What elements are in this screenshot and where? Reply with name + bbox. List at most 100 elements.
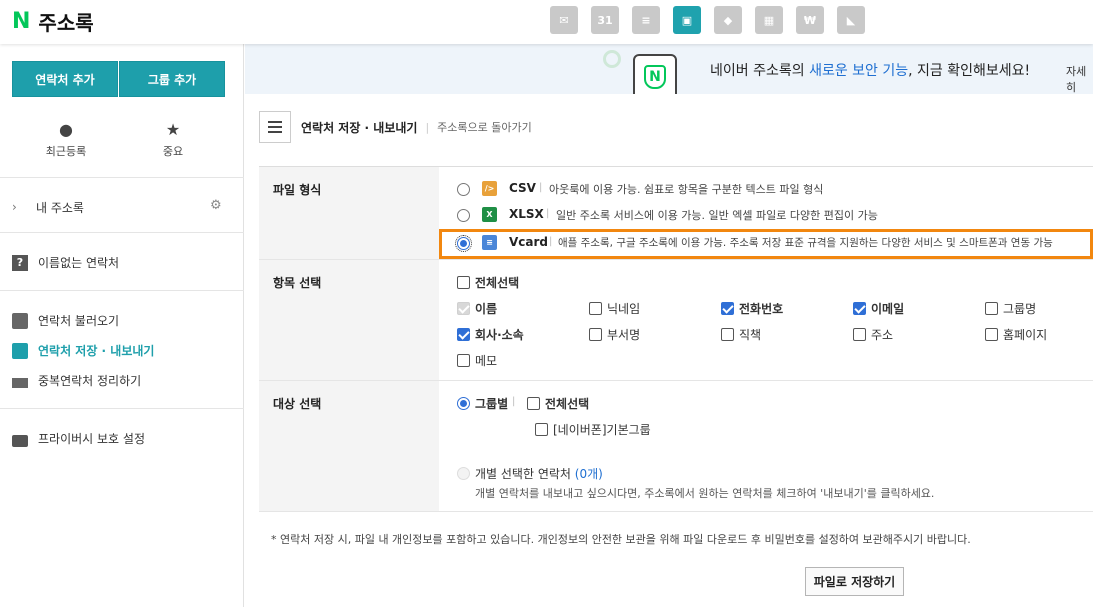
list-icon[interactable]: ≡ [632,6,660,34]
folder-import-icon [12,312,28,329]
divider [0,290,244,291]
important-link[interactable]: ★ 중요 [133,120,213,159]
main-content: N 네이버 주소록의 새로운 보안 기능, 지금 확인해보세요! 자세히 연락처… [245,44,1093,607]
field-homepage-label: 홈페이지 [1003,328,1048,342]
divider [0,408,244,409]
export-contacts[interactable]: 연락처 저장 · 내보내기 [12,342,154,359]
security-banner[interactable]: N 네이버 주소록의 새로운 보안 기능, 지금 확인해보세요! 자세히 [245,44,1093,94]
csv-radio[interactable] [457,183,470,196]
vcard-desc: 애플 주소록, 구글 주소록에 이용 가능. 주소록 저장 표준 규격을 지원하… [558,237,1053,249]
sidebar: 연락처 추가 그룹 추가 ● 최근등록 ★ 중요 › 내 주소록 ⚙ ? 이름없… [0,44,244,607]
xlsx-radio[interactable] [457,209,470,222]
field-address-checkbox[interactable] [853,328,866,341]
calendar-icon[interactable]: 31 [591,6,619,34]
add-contact-button[interactable]: 연락처 추가 [12,61,118,97]
field-email-checkbox[interactable] [853,302,866,315]
back-link[interactable]: 주소록으로 돌아가기 [437,119,532,135]
field-phone-checkbox[interactable] [721,302,734,315]
stamp-icon [12,377,28,388]
individual-radio[interactable] [457,467,470,480]
field-company-label: 회사·소속 [475,328,524,342]
privacy-settings[interactable]: 프라이버시 보호 설정 [12,430,145,447]
separator: | [546,208,550,219]
add-group-button[interactable]: 그룹 추가 [119,61,225,97]
question-icon: ? [12,254,28,271]
banner-suffix: , 지금 확인해보세요! [908,63,1031,79]
export-form: 파일 형식 /> CSV | 아웃룩에 이용 가능. 쉼표로 항목을 구분한 텍… [259,166,1093,512]
menu-toggle-button[interactable] [259,111,291,143]
individual-note: 개별 연락처를 내보내고 싶으시다면, 주소록에서 원하는 연락처를 체크하여 … [475,487,935,500]
field-position-checkbox[interactable] [721,328,734,341]
important-label: 중요 [162,145,184,158]
app-title[interactable]: 주소록 [38,7,93,36]
contacts-icon[interactable]: ▣ [673,6,701,34]
import-label: 연락처 불러오기 [38,314,120,328]
separator: | [425,120,430,134]
fields-row: 항목 선택 전체선택 이름 닉네임 전화번호 이메일 그룹명 회사·소속 부서명 [259,260,1093,381]
chevron-right-icon[interactable]: › [12,200,26,216]
service-icons: ✉ 31 ≡ ▣ ◆ ▦ ₩ ◣ [550,6,878,34]
field-position-label: 직책 [739,328,762,342]
recent-link[interactable]: ● 최근등록 [26,120,106,159]
field-nickname-checkbox[interactable] [589,302,602,315]
privacy-notice: * 연락처 저장 시, 파일 내 개인정보를 포함하고 있습니다. 개인정보의 … [271,533,971,546]
field-department-checkbox[interactable] [589,328,602,341]
app-logo[interactable]: N 주소록 [12,7,94,36]
field-name-checkbox[interactable] [457,302,470,315]
individual-count: (0개) [574,467,603,481]
import-contacts[interactable]: 연락처 불러오기 [12,312,119,329]
vcard-radio[interactable] [455,235,472,252]
fields-select-all-label: 전체선택 [475,276,520,290]
banner-more-link[interactable]: 자세히 [1066,63,1093,94]
field-department-label: 부서명 [607,328,641,342]
grid-icon[interactable]: ▦ [755,6,783,34]
field-email-label: 이메일 [871,302,905,316]
field-group-label: 그룹명 [1003,302,1037,316]
default-group-label: [네이버폰]기본그룹 [553,423,651,437]
csv-desc: 아웃룩에 이용 가능. 쉼표로 항목을 구분한 텍스트 파일 형식 [549,183,824,196]
unnamed-contacts[interactable]: ? 이름없는 연락처 [12,254,119,271]
field-homepage-checkbox[interactable] [985,328,998,341]
separator: | [549,236,553,247]
file-format-label: 파일 형식 [259,167,439,259]
dedupe-label: 중복연락처 정리하기 [38,374,142,388]
xlsx-desc: 일반 주소록 서비스에 이용 가능. 일반 엑셀 파일로 다양한 편집이 가능 [556,209,878,222]
xlsx-name: XLSX [509,207,544,221]
separator: | [512,396,516,407]
my-address-book[interactable]: › 내 주소록 [12,199,84,216]
star-icon: ★ [165,120,181,139]
gear-icon[interactable]: ⚙ [210,198,222,213]
vcard-name: Vcard [509,235,549,249]
my-address-book-label: 내 주소록 [36,201,84,215]
shield-icon: N [633,54,677,94]
dedupe-contacts[interactable]: 중복연락처 정리하기 [12,372,141,389]
page-title: 연락처 저장 · 내보내기 [301,120,418,135]
naver-logo-icon[interactable]: N [12,9,30,34]
bubble-decoration [603,50,621,68]
export-label: 연락처 저장 · 내보내기 [38,344,155,358]
default-group-checkbox[interactable] [535,423,548,436]
target-row: 대상 선택 그룹별 | 전체선택 [네이버폰]기본그룹 개별 선택한 연락처 (… [259,381,1093,512]
csv-name: CSV [509,181,536,195]
field-nickname-label: 닉네임 [607,302,641,316]
field-memo-checkbox[interactable] [457,354,470,367]
by-group-radio[interactable] [457,397,470,410]
vcard-file-icon: ≡ [482,235,497,250]
field-company-checkbox[interactable] [457,328,470,341]
flag-icon[interactable]: ◣ [837,6,865,34]
field-phone-label: 전화번호 [739,302,784,316]
privacy-label: 프라이버시 보호 설정 [38,432,145,446]
mail-icon[interactable]: ✉ [550,6,578,34]
field-group-checkbox[interactable] [985,302,998,315]
target-label: 대상 선택 [259,381,439,511]
cube-icon[interactable]: ◆ [714,6,742,34]
save-file-button[interactable]: 파일로 저장하기 [805,567,904,596]
target-select-all-checkbox[interactable] [527,397,540,410]
by-group-label: 그룹별 [475,397,509,411]
clock-icon: ● [59,120,73,139]
fields-select-all-checkbox[interactable] [457,276,470,289]
page-header: 연락처 저장 · 내보내기 | 주소록으로 돌아가기 [259,111,532,143]
target-select-all-label: 전체선택 [545,397,590,411]
won-icon[interactable]: ₩ [796,6,824,34]
field-name-label: 이름 [475,302,498,316]
